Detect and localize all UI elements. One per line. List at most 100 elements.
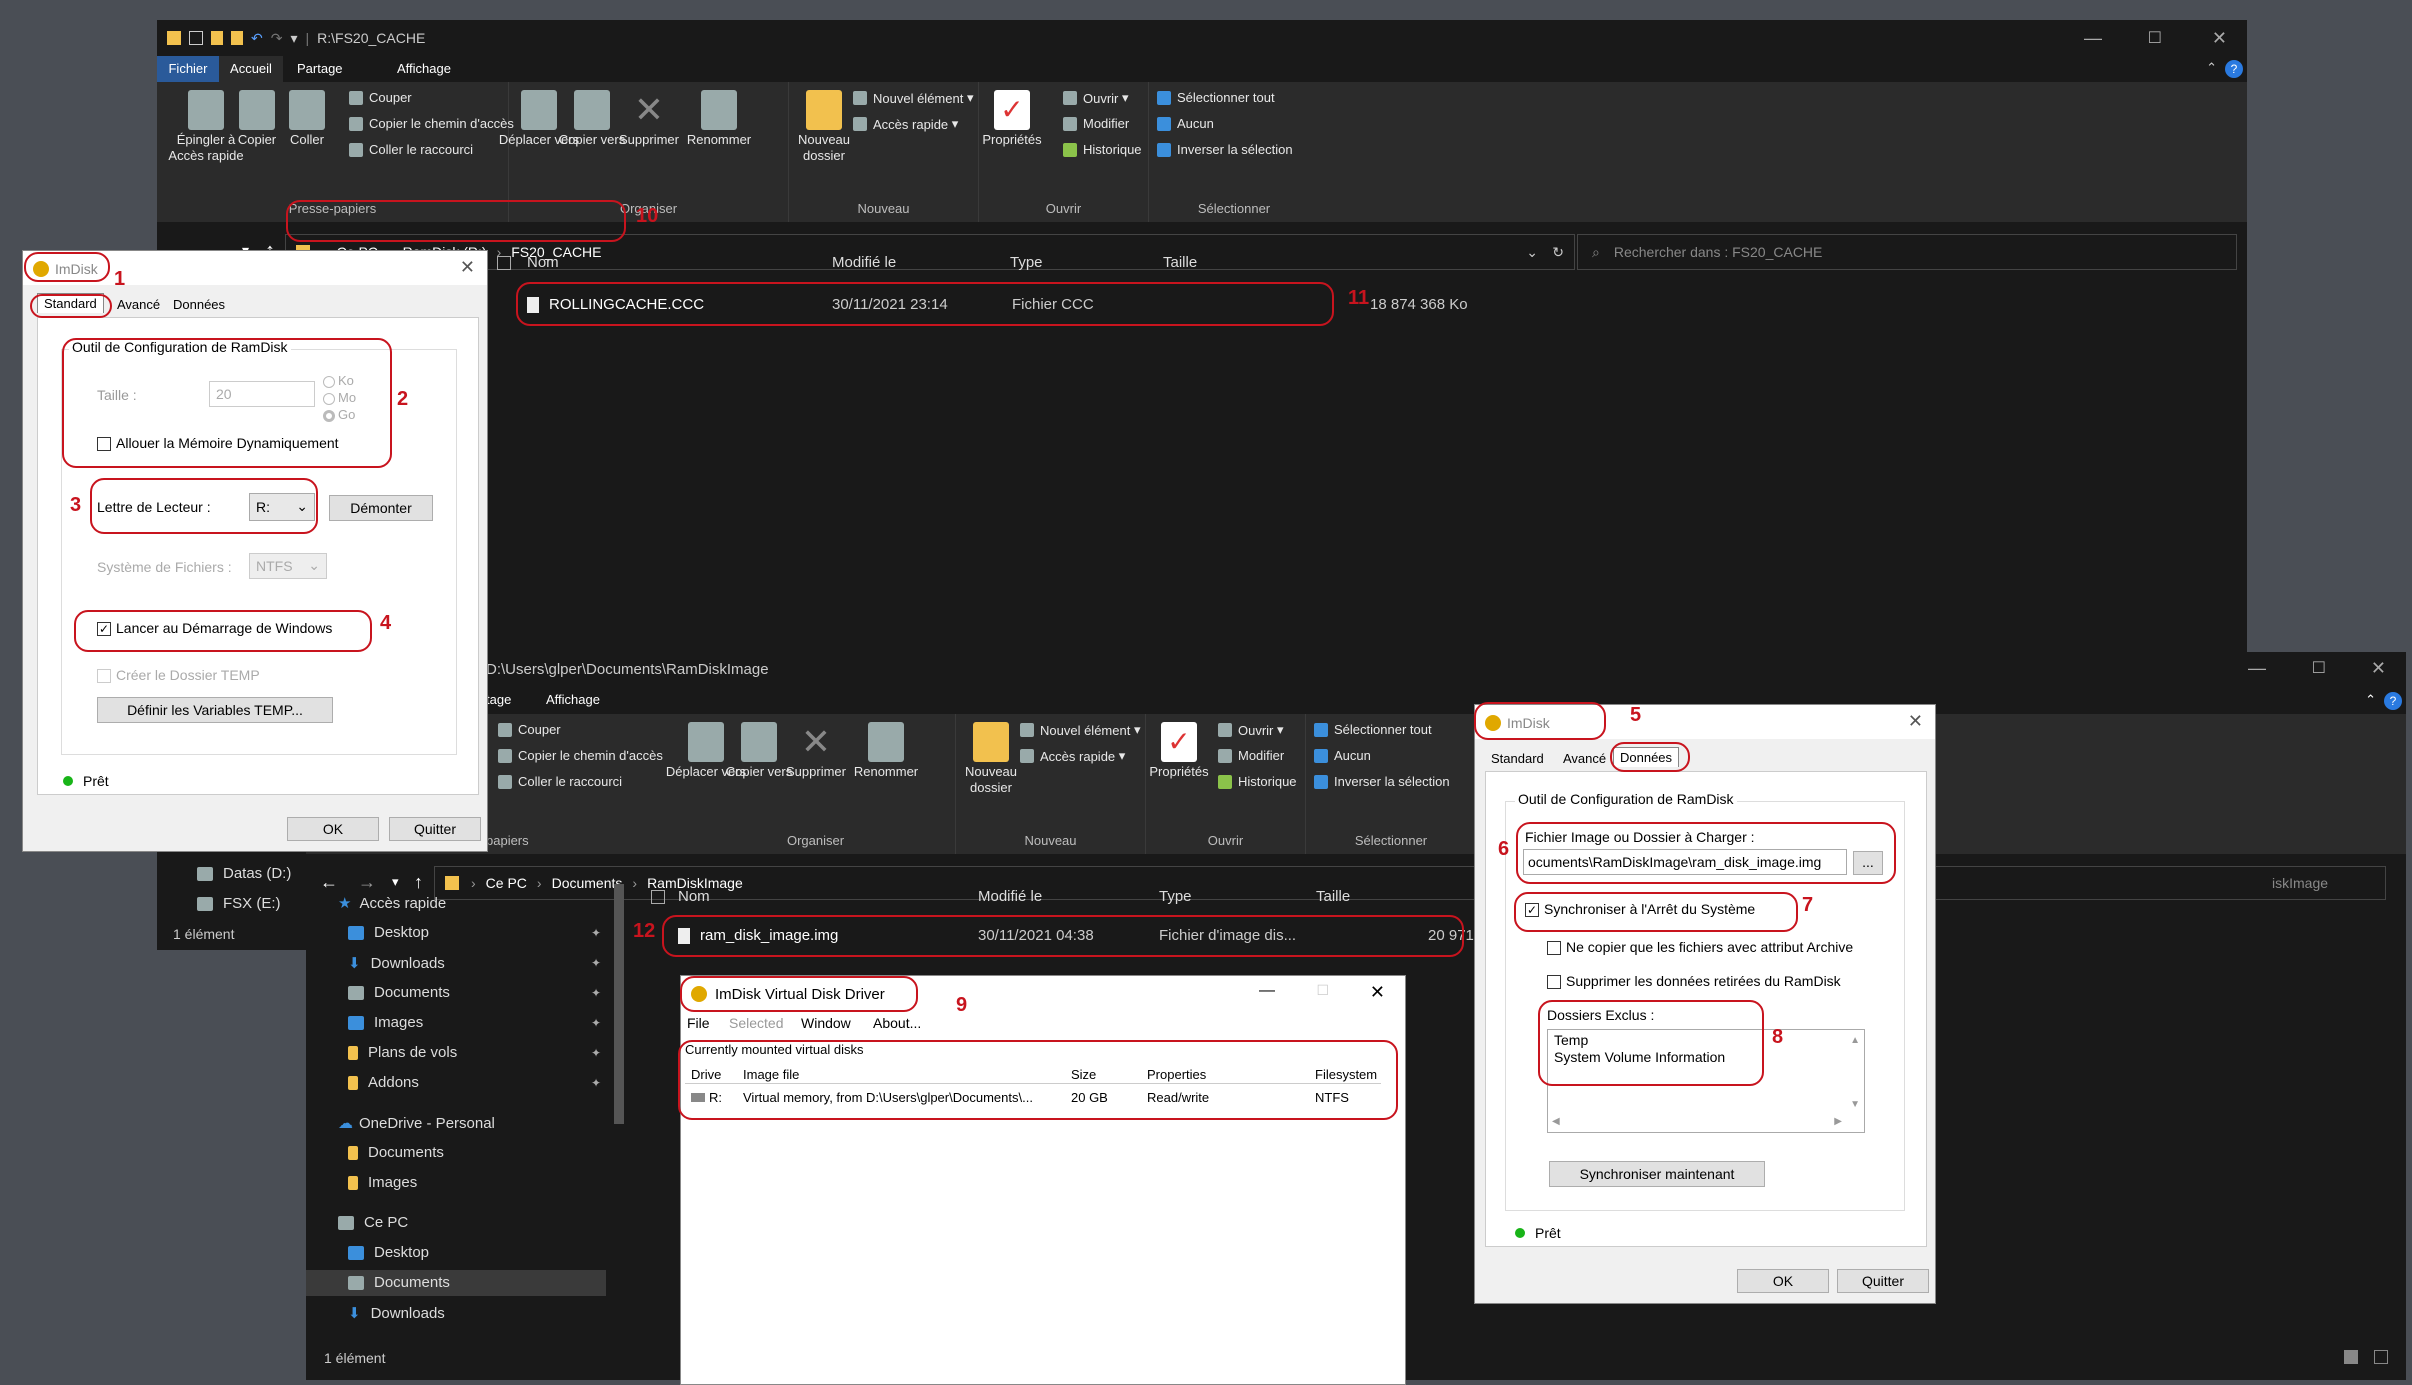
tab-affichage[interactable]: Affichage — [546, 692, 600, 707]
invert-selection-button[interactable]: Inverser la sélection — [1314, 774, 1450, 789]
nav-drive-d[interactable]: Datas (D:) — [197, 865, 291, 882]
folder-qa-icon[interactable] — [231, 31, 243, 45]
paste-shortcut-button[interactable]: Coller le raccourci — [498, 774, 622, 789]
quick-access-button[interactable]: Accès rapide ▾ — [1020, 748, 1125, 764]
copy-path-button[interactable]: Copier le chemin d'accès — [498, 748, 663, 763]
tab-standard[interactable]: Standard — [1485, 749, 1550, 768]
new-folder-icon[interactable] — [211, 31, 223, 45]
minimize-icon[interactable]: — — [2084, 28, 2102, 49]
menu-selected[interactable]: Selected — [729, 1015, 783, 1031]
nav-item[interactable]: Documents — [348, 1144, 444, 1161]
properties-button[interactable]: ✓ Propriétés — [967, 90, 1057, 148]
tab-avance[interactable]: Avancé — [1557, 749, 1612, 768]
scroll-down-icon[interactable]: ▼ — [1850, 1096, 1860, 1113]
open-button[interactable]: Ouvrir ▾ — [1218, 722, 1284, 738]
close-icon[interactable]: ✕ — [2371, 658, 2386, 679]
history-button[interactable]: Historique — [1218, 774, 1297, 789]
help-icon[interactable]: ? — [2225, 60, 2243, 78]
redo-icon[interactable]: ↷ — [271, 30, 283, 47]
nav-item[interactable]: ⬇ Downloads — [348, 1304, 445, 1323]
help-icon[interactable]: ? — [2384, 692, 2402, 710]
quit-button[interactable]: Quitter — [389, 817, 481, 841]
column-name[interactable]: Nom — [678, 888, 710, 905]
column-type[interactable]: Type — [1159, 888, 1192, 905]
undo-icon[interactable]: ↶ — [251, 30, 263, 47]
rename-button[interactable]: Renommer — [841, 722, 931, 780]
tab-accueil[interactable]: Accueil — [219, 56, 283, 82]
select-all-checkbox[interactable] — [497, 256, 511, 270]
nav-this-pc[interactable]: Ce PC — [338, 1214, 408, 1231]
menu-about[interactable]: About... — [873, 1015, 921, 1031]
tab-affichage[interactable]: Affichage — [397, 56, 451, 82]
nav-onedrive[interactable]: ☁ OneDrive - Personal — [338, 1114, 495, 1133]
edit-button[interactable]: Modifier — [1218, 748, 1284, 763]
details-view-icon[interactable] — [2344, 1350, 2358, 1364]
select-all-checkbox[interactable] — [651, 890, 665, 904]
quick-access-button[interactable]: Accès rapide ▾ — [853, 116, 958, 132]
nav-item[interactable]: Documents — [348, 1274, 450, 1291]
nav-drive-e[interactable]: FSX (E:) — [197, 895, 281, 912]
tab-fichier[interactable]: Fichier — [157, 56, 219, 82]
nav-item[interactable]: Addons — [348, 1074, 419, 1091]
maximize-icon[interactable]: ☐ — [1316, 982, 1329, 999]
delete-removed-checkbox[interactable]: Supprimer les données retirées du RamDis… — [1547, 973, 1841, 990]
history-button[interactable]: Historique — [1063, 142, 1142, 157]
properties-button[interactable]: ✓ Propriétés — [1134, 722, 1224, 780]
column-size[interactable]: Taille — [1163, 254, 1197, 271]
tiles-view-icon[interactable] — [2374, 1350, 2388, 1364]
rename-button[interactable]: Renommer — [674, 90, 764, 148]
archive-only-checkbox[interactable]: Ne copier que les fichiers avec attribut… — [1547, 939, 1853, 956]
close-icon[interactable]: ✕ — [2212, 28, 2227, 49]
invert-selection-button[interactable]: Inverser la sélection — [1157, 142, 1293, 157]
search-box[interactable]: ⌕ Rechercher dans : FS20_CACHE — [1577, 234, 2237, 270]
column-size[interactable]: Taille — [1316, 888, 1350, 905]
ok-button[interactable]: OK — [287, 817, 379, 841]
maximize-icon[interactable]: ☐ — [2148, 28, 2162, 48]
open-button[interactable]: Ouvrir ▾ — [1063, 90, 1129, 106]
column-type[interactable]: Type — [1010, 254, 1043, 271]
close-icon[interactable]: ✕ — [1370, 982, 1385, 1003]
nav-item[interactable]: Images — [348, 1174, 417, 1191]
maximize-icon[interactable]: ☐ — [2312, 658, 2326, 678]
new-item-button[interactable]: Nouvel élément ▾ — [853, 90, 973, 106]
close-icon[interactable]: ✕ — [460, 257, 475, 278]
menu-file[interactable]: File — [687, 1015, 710, 1031]
nav-scrollbar[interactable] — [614, 884, 624, 1124]
column-name[interactable]: Nom — [527, 254, 559, 271]
collapse-ribbon-icon[interactable]: ⌃ — [2206, 60, 2217, 76]
ok-button[interactable]: OK — [1737, 1269, 1829, 1293]
scroll-left-icon[interactable]: ◀ — [1552, 1113, 1560, 1130]
nav-item[interactable]: ⬇ Downloads — [348, 954, 445, 973]
minimize-icon[interactable]: — — [2248, 658, 2266, 679]
edit-button[interactable]: Modifier — [1063, 116, 1129, 131]
address-dropdown-icon[interactable]: ⌄ — [1526, 244, 1538, 261]
select-all-button[interactable]: Sélectionner tout — [1157, 90, 1275, 105]
column-modified[interactable]: Modifié le — [832, 254, 896, 271]
menu-window[interactable]: Window — [801, 1015, 851, 1031]
tab-avance[interactable]: Avancé — [111, 295, 166, 314]
tab-donnees[interactable]: Données — [167, 295, 231, 314]
collapse-ribbon-icon[interactable]: ⌃ — [2365, 692, 2376, 708]
column-modified[interactable]: Modifié le — [978, 888, 1042, 905]
filesystem-select[interactable]: NTFS ⌄ — [249, 553, 327, 579]
select-all-button[interactable]: Sélectionner tout — [1314, 722, 1432, 737]
refresh-icon[interactable]: ↻ — [1552, 244, 1564, 261]
paste-shortcut-button[interactable]: Coller le raccourci — [349, 142, 473, 157]
temp-variables-button[interactable]: Définir les Variables TEMP... — [97, 697, 333, 723]
nav-item[interactable]: Desktop — [348, 924, 429, 941]
quit-button[interactable]: Quitter — [1837, 1269, 1929, 1293]
minimize-icon[interactable]: — — [1259, 982, 1275, 1000]
new-item-button[interactable]: Nouvel élément ▾ — [1020, 722, 1140, 738]
cut-button[interactable]: Couper — [349, 90, 412, 105]
check-icon[interactable] — [189, 31, 203, 45]
sync-now-button[interactable]: Synchroniser maintenant — [1549, 1161, 1765, 1187]
select-none-button[interactable]: Aucun — [1157, 116, 1214, 131]
nav-item[interactable]: Documents — [348, 984, 450, 1001]
nav-item[interactable]: Images — [348, 1014, 423, 1031]
copy-path-button[interactable]: Copier le chemin d'accès — [349, 116, 514, 131]
select-none-button[interactable]: Aucun — [1314, 748, 1371, 763]
cut-button[interactable]: Couper — [498, 722, 561, 737]
tab-partage[interactable]: Partage — [297, 56, 343, 82]
nav-item[interactable]: Desktop — [348, 1244, 429, 1261]
nav-item[interactable]: Plans de vols — [348, 1044, 457, 1061]
